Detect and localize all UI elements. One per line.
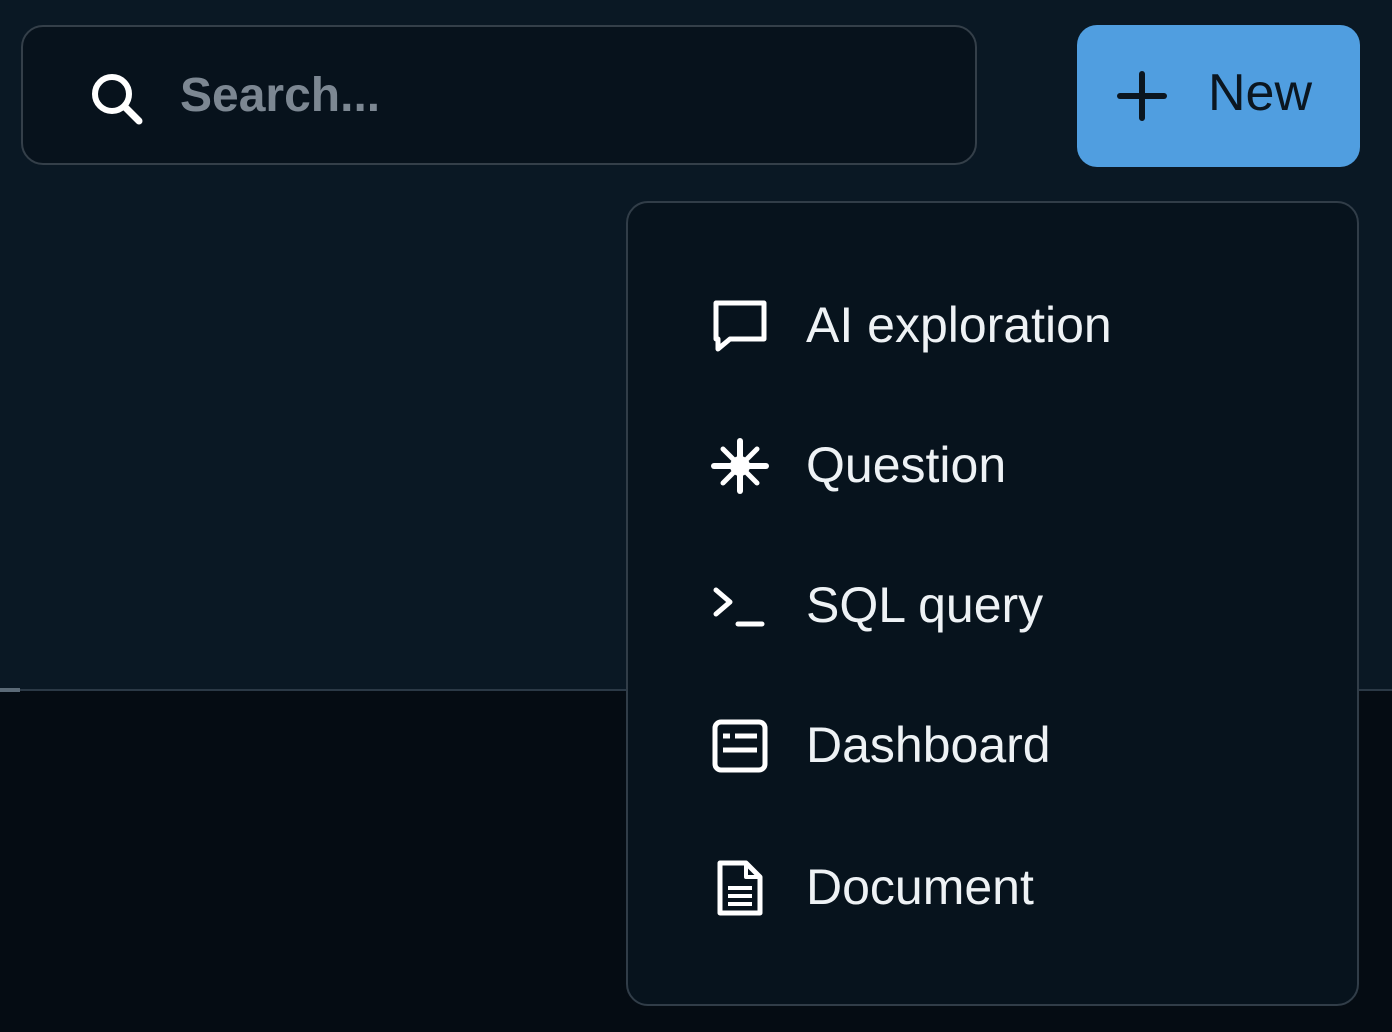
- terminal-icon: [713, 587, 765, 627]
- document-icon: [717, 860, 763, 916]
- menu-item-label: AI exploration: [806, 297, 1112, 353]
- menu-item-sql-query[interactable]: SQL query: [630, 551, 1359, 661]
- new-button[interactable]: New: [1077, 25, 1360, 167]
- menu-item-dashboard[interactable]: Dashboard: [630, 691, 1359, 801]
- plus-icon: [1117, 71, 1167, 121]
- menu-item-question[interactable]: Question: [630, 411, 1359, 521]
- menu-item-label: Dashboard: [806, 717, 1051, 773]
- divider-handle: [0, 688, 20, 692]
- menu-item-label: Question: [806, 437, 1007, 493]
- menu-item-label: Document: [806, 859, 1034, 915]
- search-input[interactable]: [174, 50, 934, 140]
- chat-bubble-icon: [713, 300, 767, 352]
- menu-item-ai-exploration[interactable]: AI exploration: [630, 271, 1359, 381]
- menu-item-label: SQL query: [806, 577, 1044, 633]
- new-button-label: New: [1208, 64, 1313, 122]
- sparkle-icon: [711, 438, 769, 494]
- new-dropdown-menu: AI exploration Question SQL query Dashbo…: [626, 201, 1359, 1006]
- dashboard-icon: [712, 719, 768, 773]
- menu-item-document[interactable]: Document: [630, 833, 1359, 943]
- search-icon: [92, 74, 143, 125]
